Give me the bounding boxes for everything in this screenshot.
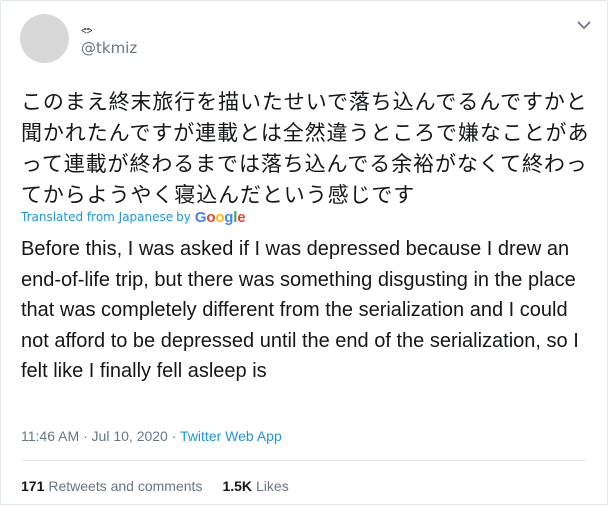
translation-attribution: Translated from Japanese by Google bbox=[21, 208, 246, 226]
display-name[interactable]: ᕙᕗ bbox=[81, 27, 93, 35]
by-label: by bbox=[176, 210, 191, 224]
likes-count: 1.5K bbox=[222, 478, 253, 494]
likes-stat[interactable]: 1.5K Likes bbox=[222, 478, 288, 494]
avatar[interactable] bbox=[20, 14, 69, 63]
tweet-card: ᕙᕗ @tkmiz このまえ終末旅行を描いたせいで落ち込んでるんですかと聞かれた… bbox=[0, 0, 608, 505]
retweets-count: 171 bbox=[21, 478, 45, 494]
meta-separator: · bbox=[167, 428, 181, 444]
tweet-stats: 171 Retweets and comments 1.5K Likes bbox=[21, 477, 289, 495]
translated-tweet-text: Before this, I was asked if I was depres… bbox=[21, 238, 579, 382]
retweets-stat[interactable]: 171 Retweets and comments bbox=[21, 478, 202, 494]
retweets-label: Retweets and comments bbox=[48, 478, 203, 494]
tweet-meta: 11:46 AM · Jul 10, 2020 · Twitter Web Ap… bbox=[21, 427, 282, 445]
chevron-down-icon[interactable] bbox=[577, 20, 591, 30]
divider bbox=[21, 460, 587, 461]
user-handle[interactable]: @tkmiz bbox=[81, 39, 137, 57]
original-tweet-text: このまえ終末旅行を描いたせいで落ち込んでるんですかと聞かれたんですが連載とは全然… bbox=[21, 90, 590, 207]
tweet-timestamp[interactable]: 11:46 AM · Jul 10, 2020 bbox=[21, 428, 168, 444]
tweet-source[interactable]: Twitter Web App bbox=[180, 428, 282, 444]
google-logo: Google bbox=[194, 209, 246, 226]
likes-label: Likes bbox=[256, 478, 289, 494]
translated-label[interactable]: Translated from Japanese bbox=[21, 210, 173, 224]
